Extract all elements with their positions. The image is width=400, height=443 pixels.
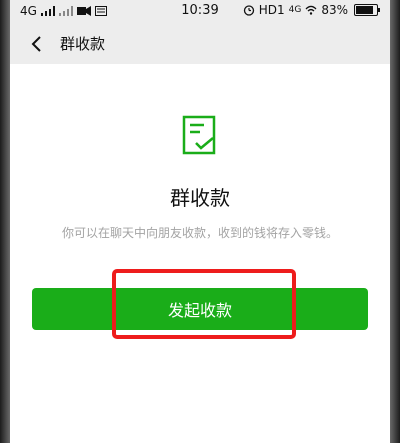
battery-icon	[354, 4, 380, 16]
status-right: HD1 4G 83%	[243, 3, 380, 17]
chevron-left-icon[interactable]	[26, 33, 48, 55]
nav-bar: 群收款	[10, 24, 390, 64]
device-bezel-left	[0, 0, 10, 443]
hd-label: HD1	[258, 3, 285, 17]
main-card: 群收款 你可以在聊天中向朋友收款，收到的钱将存入零钱。 发起收款	[10, 64, 390, 443]
description-text: 你可以在聊天中向朋友收款，收到的钱将存入零钱。	[61, 226, 338, 240]
main-title: 群收款	[170, 186, 230, 210]
battery-percent: 83%	[321, 3, 348, 17]
page-title: 群收款	[60, 35, 106, 53]
volte-label: 4G	[288, 5, 302, 15]
alarm-icon	[243, 5, 254, 16]
phone-screen: 4G 10:39 HD1 4G 83% 群收款 群收款 你可以在聊天中向朋友收款…	[10, 0, 390, 443]
device-bezel-right	[390, 0, 400, 443]
status-bar: 4G 10:39 HD1 4G 83%	[10, 0, 390, 24]
receipt-check-icon	[182, 115, 216, 155]
battery-level-fill	[356, 6, 373, 14]
start-collection-button[interactable]: 发起收款	[32, 288, 368, 330]
wifi-icon	[305, 5, 317, 15]
start-collection-button-label: 发起收款	[167, 301, 232, 320]
